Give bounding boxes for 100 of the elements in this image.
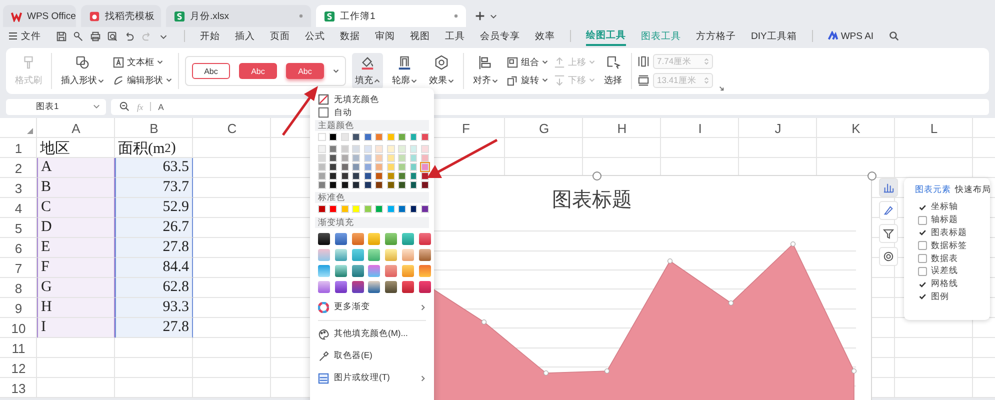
gradient-swatch[interactable] xyxy=(318,281,330,293)
gradient-swatch[interactable] xyxy=(352,249,364,261)
color-swatch[interactable] xyxy=(410,145,418,153)
ribbon-tab[interactable]: 方方格子 xyxy=(696,28,736,44)
checkbox[interactable] xyxy=(918,241,927,250)
window-tab[interactable]: WPS Office xyxy=(3,5,76,27)
color-swatch[interactable] xyxy=(410,181,418,189)
data-point[interactable] xyxy=(543,370,549,376)
panel-tab[interactable]: 快速布局 xyxy=(955,184,991,196)
ribbon-tab[interactable]: 开始 xyxy=(200,28,220,44)
color-swatch[interactable] xyxy=(340,133,349,141)
gradient-swatch[interactable] xyxy=(418,265,431,277)
color-swatch[interactable] xyxy=(364,145,372,153)
color-swatch[interactable] xyxy=(340,145,349,153)
gradient-swatch[interactable] xyxy=(402,249,414,261)
row-header[interactable]: 2 xyxy=(0,158,37,178)
ribbon-tab[interactable]: 视图 xyxy=(410,28,430,44)
color-swatch[interactable] xyxy=(329,145,338,153)
color-swatch[interactable] xyxy=(398,181,406,189)
gradient-swatch[interactable] xyxy=(402,265,414,277)
gradient-swatch[interactable] xyxy=(418,281,431,293)
gradient-swatch[interactable] xyxy=(352,281,364,293)
color-swatch[interactable] xyxy=(318,133,326,141)
column-header[interactable]: I xyxy=(661,118,739,138)
color-swatch[interactable] xyxy=(352,154,360,162)
color-swatch[interactable] xyxy=(352,133,360,141)
checkbox-label[interactable]: 网格线 xyxy=(931,278,958,290)
gradient-swatch[interactable] xyxy=(368,265,380,277)
row-header[interactable]: 11 xyxy=(0,338,37,358)
search-icon[interactable] xyxy=(888,31,899,41)
row-header[interactable]: 5 xyxy=(0,218,37,238)
gradient-swatch[interactable] xyxy=(334,233,347,245)
ribbon-tab[interactable]: 工具 xyxy=(445,28,465,44)
data-point[interactable] xyxy=(851,368,857,374)
row-header[interactable]: 6 xyxy=(0,238,37,258)
menu-item[interactable]: 其他填充颜色(M)... xyxy=(315,323,429,345)
column-header[interactable]: C xyxy=(193,118,271,138)
color-swatch[interactable] xyxy=(386,163,395,171)
data-point[interactable] xyxy=(667,258,673,264)
checkbox[interactable] xyxy=(918,266,927,276)
undo-icon[interactable] xyxy=(124,30,135,42)
gradient-swatch[interactable] xyxy=(352,233,364,245)
data-point[interactable] xyxy=(790,241,796,247)
column-header[interactable]: A xyxy=(37,118,115,138)
menu-item[interactable]: 图片或纹理(T) xyxy=(315,367,429,389)
color-swatch[interactable] xyxy=(352,205,360,213)
ribbon-tab[interactable]: 审阅 xyxy=(375,28,395,44)
checkbox[interactable] xyxy=(918,292,927,302)
gradient-swatch[interactable] xyxy=(402,233,414,245)
save-icon[interactable] xyxy=(56,30,67,42)
color-swatch[interactable] xyxy=(340,181,349,189)
color-swatch[interactable] xyxy=(386,181,395,189)
color-swatch[interactable] xyxy=(386,172,395,180)
checkbox[interactable] xyxy=(918,254,927,264)
data-point[interactable] xyxy=(481,319,487,325)
outline-button[interactable]: 轮廓 xyxy=(389,53,420,89)
color-swatch[interactable] xyxy=(375,163,384,171)
checkbox-label[interactable]: 图表标题 xyxy=(931,226,967,239)
ribbon-tab[interactable]: 会员专享 xyxy=(480,28,520,44)
chart-settings-button[interactable] xyxy=(879,247,898,266)
print-icon[interactable] xyxy=(90,30,101,42)
checkbox[interactable] xyxy=(918,280,927,289)
checkbox-label[interactable]: 数据表 xyxy=(931,252,958,265)
row-header[interactable]: 12 xyxy=(0,358,37,378)
color-swatch[interactable] xyxy=(421,163,429,171)
color-swatch[interactable] xyxy=(421,181,429,189)
color-swatch[interactable] xyxy=(318,172,326,180)
color-swatch[interactable] xyxy=(386,145,395,153)
color-swatch[interactable] xyxy=(318,145,326,153)
fill-button[interactable]: 填充 xyxy=(352,53,383,89)
color-swatch[interactable] xyxy=(318,205,326,213)
select-all-icon[interactable] xyxy=(27,128,33,134)
shape-style-button[interactable]: Abc xyxy=(239,63,277,79)
color-swatch[interactable] xyxy=(398,205,406,213)
color-swatch[interactable] xyxy=(318,181,326,189)
text-box-button[interactable]: 文本框 xyxy=(113,56,172,68)
color-swatch[interactable] xyxy=(352,172,360,180)
zoom-icon[interactable] xyxy=(119,101,130,112)
shape-style-button[interactable]: Abc xyxy=(192,63,230,79)
edit-shape-button[interactable]: 编辑形状 xyxy=(113,74,172,86)
align-button[interactable]: 对齐 xyxy=(470,53,501,89)
window-tab[interactable]: 工作簿1 xyxy=(316,5,466,27)
color-swatch[interactable] xyxy=(352,181,360,189)
rotate-button[interactable]: 旋转 xyxy=(507,74,548,86)
checkbox-label[interactable]: 轴标题 xyxy=(931,214,958,226)
color-swatch[interactable] xyxy=(410,133,418,141)
gradient-swatch[interactable] xyxy=(385,281,398,293)
color-swatch[interactable] xyxy=(375,172,384,180)
menu-item[interactable]: 取色器(E) xyxy=(315,345,429,367)
window-tab[interactable]: 找稻壳模板 xyxy=(81,5,161,27)
color-swatch[interactable] xyxy=(398,163,406,171)
shape-style-button[interactable]: Abc xyxy=(286,63,324,79)
preview-icon[interactable] xyxy=(107,30,118,42)
color-swatch[interactable] xyxy=(364,205,372,213)
checkbox-label[interactable]: 图例 xyxy=(931,290,949,303)
gradient-swatch[interactable] xyxy=(368,249,380,261)
name-box[interactable]: 图表1 xyxy=(6,98,106,114)
resize-handle[interactable] xyxy=(867,171,877,181)
color-swatch[interactable] xyxy=(329,172,338,180)
color-swatch[interactable] xyxy=(421,133,429,141)
